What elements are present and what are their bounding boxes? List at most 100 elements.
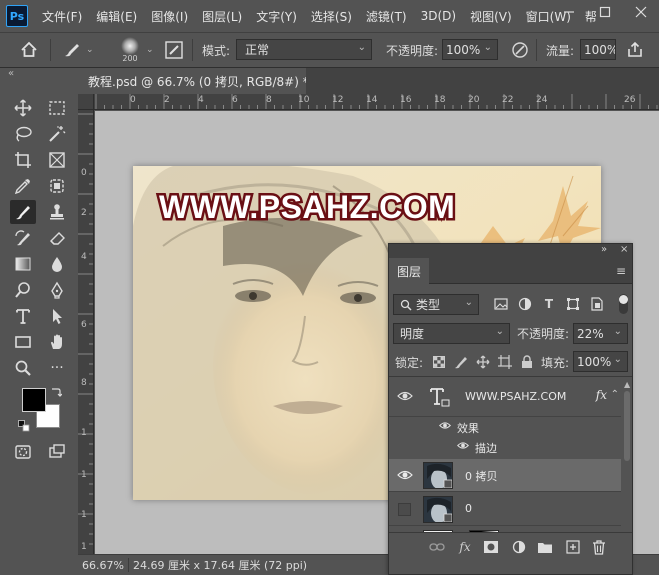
menu-edit[interactable]: 编辑(E) bbox=[96, 8, 137, 25]
screen-mode-toggle[interactable] bbox=[44, 440, 70, 464]
menu-layer[interactable]: 图层(L) bbox=[202, 8, 242, 25]
panel-title-strip[interactable]: » × bbox=[389, 244, 632, 258]
stroke-effect-row[interactable]: 描边 bbox=[389, 437, 621, 457]
filter-type-layers[interactable]: T bbox=[541, 296, 557, 312]
history-brush-tool[interactable] bbox=[10, 226, 36, 250]
quick-mask-toggle[interactable] bbox=[10, 440, 36, 464]
blend-mode-select[interactable]: 明度 ⌄ bbox=[393, 323, 510, 344]
layer-row-0[interactable]: 0 bbox=[389, 493, 621, 526]
visibility-eye-icon[interactable] bbox=[397, 468, 413, 482]
collapse-panel-icon[interactable]: » bbox=[601, 244, 607, 255]
new-group-button[interactable] bbox=[537, 539, 553, 555]
brush-size-picker[interactable]: 200 bbox=[116, 33, 144, 67]
blur-tool[interactable] bbox=[44, 252, 70, 276]
lock-position[interactable] bbox=[475, 354, 491, 370]
hand-tool[interactable] bbox=[44, 330, 70, 354]
chevron-down-icon[interactable]: ⌄ bbox=[146, 33, 154, 67]
opacity-input[interactable]: 100% ⌄ bbox=[442, 39, 498, 60]
lock-artboard[interactable] bbox=[497, 354, 513, 370]
collapse-effects-icon[interactable]: ⌃ bbox=[611, 389, 619, 400]
horizontal-ruler[interactable]: 0 2 4 6 8 10 12 14 16 18 20 22 24 26 bbox=[94, 94, 659, 110]
ruler-origin[interactable] bbox=[78, 94, 94, 110]
layer-list[interactable]: WWW.PSAHZ.COM fx ⌃ 效果 描边 0 拷贝 0 ▲ bbox=[389, 376, 632, 532]
brush-settings-toggle[interactable] bbox=[164, 33, 184, 67]
collapse-panel-icon[interactable]: « bbox=[8, 68, 14, 79]
fill-input[interactable]: 100% ⌄ bbox=[573, 351, 628, 372]
menu-file[interactable]: 文件(F) bbox=[42, 8, 82, 25]
new-adjustment-layer-button[interactable] bbox=[511, 539, 527, 555]
filter-adjustment-layers[interactable] bbox=[517, 296, 533, 312]
layer-list-scrollbar[interactable]: ▲ bbox=[624, 381, 630, 529]
menu-select[interactable]: 选择(S) bbox=[311, 8, 352, 25]
menu-image[interactable]: 图像(I) bbox=[151, 8, 188, 25]
lock-image-pixels[interactable] bbox=[453, 354, 469, 370]
frame-tool[interactable] bbox=[44, 148, 70, 172]
more-tools[interactable]: ··· bbox=[44, 356, 70, 380]
lasso-tool[interactable] bbox=[10, 122, 36, 146]
menu-type[interactable]: 文字(Y) bbox=[256, 8, 297, 25]
close-window-button[interactable] bbox=[623, 0, 659, 24]
magic-wand-tool[interactable] bbox=[44, 122, 70, 146]
pressure-opacity-toggle[interactable] bbox=[510, 33, 530, 67]
eraser-tool[interactable] bbox=[44, 226, 70, 250]
zoom-tool[interactable] bbox=[10, 356, 36, 380]
panel-menu-icon[interactable]: ≡ bbox=[616, 264, 626, 278]
link-layers-button[interactable] bbox=[429, 539, 445, 555]
vertical-ruler[interactable]: 0 2 4 6 8 1 1 1 1 bbox=[78, 110, 94, 554]
filter-pixel-layers[interactable] bbox=[493, 296, 509, 312]
mode-select[interactable]: 正常 ⌄ bbox=[236, 39, 372, 60]
marquee-tool[interactable] bbox=[44, 96, 70, 120]
layer-opacity-input[interactable]: 22% ⌄ bbox=[573, 323, 628, 344]
rectangle-tool[interactable] bbox=[10, 330, 36, 354]
visibility-eye-icon[interactable] bbox=[457, 440, 469, 451]
crop-tool[interactable] bbox=[10, 148, 36, 172]
minimize-button[interactable] bbox=[551, 0, 587, 24]
menu-3d[interactable]: 3D(D) bbox=[421, 9, 456, 23]
scroll-up-icon[interactable]: ▲ bbox=[624, 381, 630, 389]
zoom-level[interactable]: 66.67% bbox=[78, 559, 124, 572]
stamp-tool[interactable] bbox=[44, 200, 70, 224]
menu-filter[interactable]: 滤镜(T) bbox=[366, 8, 407, 25]
swap-colors-button[interactable] bbox=[50, 386, 63, 398]
foreground-color-swatch[interactable] bbox=[22, 388, 46, 412]
gradient-tool[interactable] bbox=[10, 252, 36, 276]
layer-fx-badge[interactable]: fx bbox=[596, 388, 607, 402]
pen-tool[interactable] bbox=[44, 278, 70, 302]
brush-preset-picker[interactable]: ⌄ bbox=[62, 33, 94, 67]
layer-name[interactable]: 0 拷贝 bbox=[465, 468, 498, 484]
filter-shape-layers[interactable] bbox=[565, 296, 581, 312]
layer-filter-kind-select[interactable]: 类型 ⌄ bbox=[393, 294, 479, 315]
brush-tool[interactable] bbox=[10, 200, 36, 224]
document-tab[interactable]: 教程.psd @ 66.7% (0 拷贝, RGB/8#) * × bbox=[78, 68, 306, 94]
layer-name[interactable]: WWW.PSAHZ.COM bbox=[465, 390, 566, 403]
move-tool[interactable] bbox=[10, 96, 36, 120]
visibility-eye-icon[interactable] bbox=[439, 420, 451, 431]
filter-smart-objects[interactable] bbox=[589, 296, 605, 312]
layer-effects-row[interactable]: 效果 bbox=[389, 417, 621, 437]
maximize-button[interactable] bbox=[587, 0, 623, 24]
home-button[interactable] bbox=[20, 33, 38, 67]
path-selection-tool[interactable] bbox=[44, 304, 70, 328]
type-tool[interactable] bbox=[10, 304, 36, 328]
lock-all[interactable] bbox=[519, 354, 535, 370]
layer-name[interactable]: 0 bbox=[465, 502, 472, 515]
patch-tool[interactable] bbox=[44, 174, 70, 198]
tab-layers[interactable]: 图层 bbox=[389, 258, 429, 284]
lock-transparent-pixels[interactable] bbox=[431, 354, 447, 370]
scrollbar-thumb[interactable] bbox=[624, 391, 630, 461]
visibility-eye-icon[interactable] bbox=[397, 389, 413, 403]
close-panel-icon[interactable]: × bbox=[620, 244, 628, 255]
add-layer-style-button[interactable]: fx bbox=[457, 539, 473, 555]
layer-row-text[interactable]: WWW.PSAHZ.COM fx ⌃ bbox=[389, 377, 621, 417]
default-colors-button[interactable] bbox=[18, 420, 30, 432]
share-button[interactable] bbox=[626, 33, 644, 67]
filter-toggle-switch[interactable] bbox=[619, 294, 628, 314]
dodge-tool[interactable] bbox=[10, 278, 36, 302]
new-layer-button[interactable] bbox=[565, 539, 581, 555]
eyedropper-tool[interactable] bbox=[10, 174, 36, 198]
visibility-toggle-empty[interactable] bbox=[398, 503, 411, 516]
flow-input[interactable]: 100% bbox=[580, 39, 616, 60]
add-mask-button[interactable] bbox=[483, 539, 499, 555]
delete-layer-button[interactable] bbox=[591, 539, 607, 555]
layer-row-0-copy[interactable]: 0 拷贝 bbox=[389, 459, 621, 492]
